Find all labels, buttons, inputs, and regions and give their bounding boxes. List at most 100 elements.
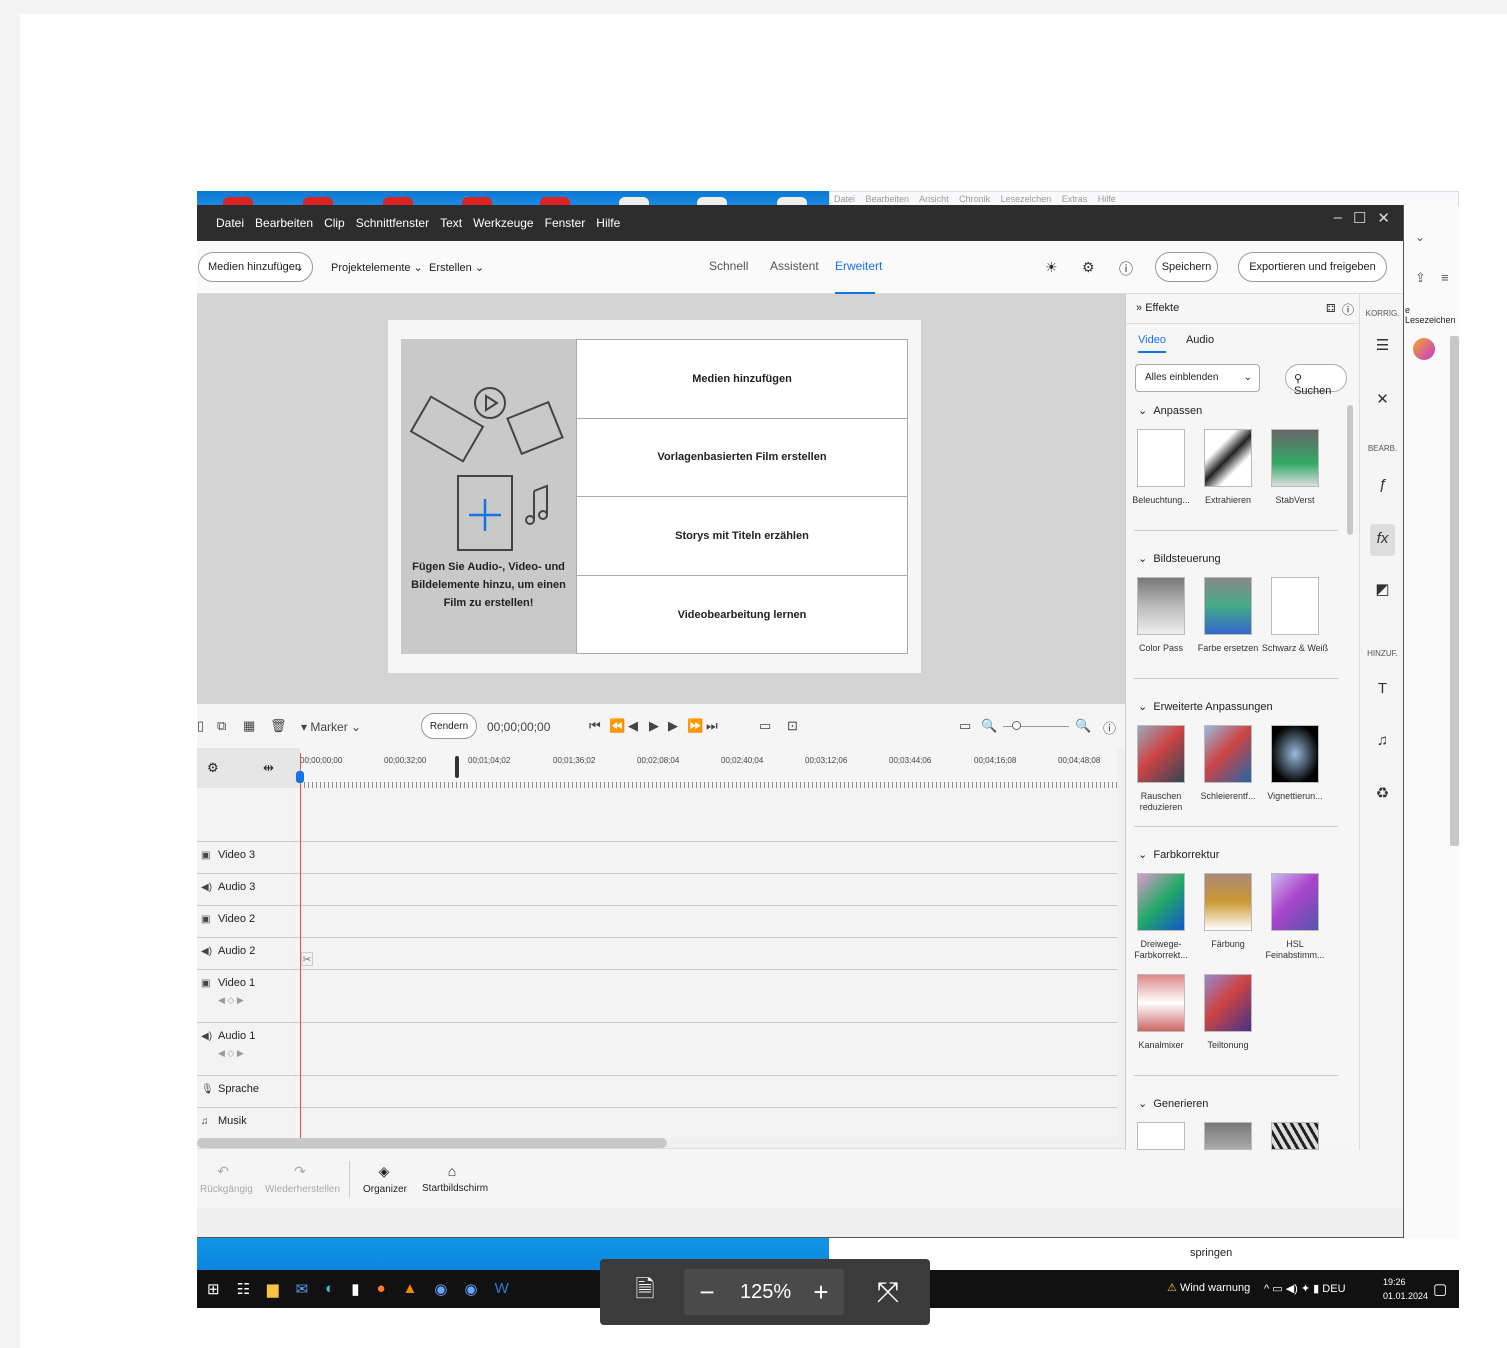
menu-datei[interactable]: Datei xyxy=(216,216,244,230)
effects-filter-select[interactable]: Alles einblenden ⌄ xyxy=(1135,364,1260,392)
project-assets-dropdown[interactable]: Projektelemente ⌄ xyxy=(331,261,423,274)
browser-menu-item[interactable]: Hilfe xyxy=(1098,194,1116,204)
effect-thumb[interactable] xyxy=(1204,873,1252,931)
tab-erweitert[interactable]: Erweitert xyxy=(835,259,882,273)
effect-thumb[interactable] xyxy=(1271,429,1319,487)
option-title-stories[interactable]: Storys mit Titeln erzählen xyxy=(577,497,907,576)
home-button[interactable]: ⌂ Startbildschirm xyxy=(422,1163,488,1194)
option-add-media[interactable]: Medien hinzufügen xyxy=(577,340,907,419)
section-anpassen[interactable]: ⌄ Anpassen xyxy=(1138,404,1202,417)
clock[interactable]: 19:26 01.01.2024 xyxy=(1383,1275,1428,1303)
share-icon[interactable]: ⇪ xyxy=(1415,270,1426,286)
chevron-up-icon[interactable]: ^ xyxy=(1264,1283,1269,1295)
track-audio-3[interactable]: ◀) Audio 3 xyxy=(197,873,1117,905)
microphone-icon[interactable]: ▮ xyxy=(1313,1283,1319,1295)
network-icon[interactable]: ▭ xyxy=(1272,1283,1282,1295)
monitor-icon[interactable]: ▭ xyxy=(759,718,771,734)
go-to-end-icon[interactable]: ⏭ xyxy=(706,718,718,734)
browser-menu-item[interactable]: Lesezeichen xyxy=(1001,194,1052,204)
organizer-button[interactable]: ◈ Organizer xyxy=(363,1163,407,1195)
menu-text[interactable]: Text xyxy=(440,216,462,230)
vlc-icon[interactable]: ▲ xyxy=(403,1280,418,1298)
section-generieren[interactable]: ⌄ Generieren xyxy=(1138,1097,1208,1110)
track-audio-1[interactable]: ◀) Audio 1 ◀ ◇ ▶ xyxy=(197,1022,1117,1075)
track-options-icon[interactable]: ⚙ xyxy=(207,760,219,776)
gear-icon[interactable]: ⚙ xyxy=(1082,259,1095,276)
adjust-fx-icon[interactable]: ƒ xyxy=(1360,476,1403,493)
browser-menu-item[interactable]: Ansicht xyxy=(919,194,949,204)
tools-icon[interactable]: ✕ xyxy=(1360,390,1403,408)
weather-widget[interactable]: ⚠ Wind warnung xyxy=(1167,1281,1250,1294)
effect-thumb[interactable] xyxy=(1271,1122,1319,1150)
organizer-icon[interactable]: ◉ xyxy=(465,1280,478,1298)
effect-thumb[interactable] xyxy=(1137,873,1185,931)
help-icon[interactable]: ⓘ xyxy=(1103,718,1116,737)
menu-hilfe[interactable]: Hilfe xyxy=(596,216,620,230)
track-video-1[interactable]: ▣ Video 1 ◀ ◇ ▶ xyxy=(197,969,1117,1022)
effects-scrollbar[interactable] xyxy=(1347,405,1353,535)
windows-start-icon[interactable]: ⊞ xyxy=(207,1280,220,1298)
fit-icon[interactable]: ⊡ xyxy=(787,718,798,734)
word-icon[interactable]: W xyxy=(495,1280,509,1298)
export-button[interactable]: Exportieren und freigeben xyxy=(1238,252,1387,282)
help-icon[interactable]: ⓘ xyxy=(1342,301,1354,318)
play-icon[interactable]: ▶ xyxy=(649,718,659,734)
effect-thumb[interactable] xyxy=(1271,725,1319,783)
effects-fx-icon[interactable]: fx xyxy=(1370,524,1395,556)
graphics-icon[interactable]: ♻ xyxy=(1360,784,1403,802)
browser-menu-item[interactable]: Chronik xyxy=(959,194,990,204)
keyframe-nav-icon[interactable]: ◀ ◇ ▶ xyxy=(218,1048,244,1059)
create-dropdown[interactable]: Erstellen ⌄ xyxy=(429,261,484,274)
notepad-icon[interactable]: ▮ xyxy=(351,1280,359,1298)
section-farbkorrektur[interactable]: ⌄ Farbkorrektur xyxy=(1138,848,1219,861)
clip-icon[interactable]: ▯ xyxy=(197,718,204,734)
browser-scrollbar[interactable] xyxy=(1450,336,1459,846)
playhead-line[interactable] xyxy=(300,753,301,1138)
fullscreen-icon[interactable]: ⤧ xyxy=(864,1259,912,1325)
edge-icon[interactable]: ◐ xyxy=(325,1280,334,1298)
browser-menu-item[interactable]: Datei xyxy=(834,194,855,204)
go-to-start-icon[interactable]: ⏮ xyxy=(589,718,601,734)
mail-icon[interactable]: ✉ xyxy=(296,1280,309,1298)
browser-menu-item[interactable]: Extras xyxy=(1062,194,1088,204)
collapse-icon[interactable]: » xyxy=(1136,302,1142,314)
tab-assistent[interactable]: Assistent xyxy=(770,259,819,273)
tab-video[interactable]: Video xyxy=(1138,334,1166,353)
effect-thumb[interactable] xyxy=(1137,577,1185,635)
file-explorer-icon[interactable]: ▆ xyxy=(267,1280,279,1298)
audio-waveform-icon[interactable]: ⇹ xyxy=(263,760,274,776)
menu-clip[interactable]: Clip xyxy=(324,216,345,230)
track-sprache[interactable]: 🎙 Sprache xyxy=(197,1075,1117,1107)
effect-thumb[interactable] xyxy=(1137,1122,1185,1150)
keyframe-nav-icon[interactable]: ◀ ◇ ▶ xyxy=(218,995,244,1006)
menu-icon[interactable]: ≡ xyxy=(1441,270,1449,285)
render-button[interactable]: Rendern xyxy=(421,713,477,739)
section-bildsteuerung[interactable]: ⌄ Bildsteuerung xyxy=(1138,552,1221,565)
step-back-icon[interactable]: ⏪ xyxy=(609,718,625,734)
extension-icon[interactable] xyxy=(1413,338,1435,360)
frame-back-icon[interactable]: ◀ xyxy=(628,718,638,734)
maximize-icon[interactable]: ☐ xyxy=(1353,209,1366,227)
marker-dropdown[interactable]: ▾ Marker ⌄ xyxy=(301,720,361,734)
effect-thumb[interactable] xyxy=(1204,725,1252,783)
volume-icon[interactable]: ◀) xyxy=(1286,1283,1298,1295)
section-erweiterte-anpassungen[interactable]: ⌄ Erweiterte Anpassungen xyxy=(1138,700,1273,713)
zoom-slider-handle[interactable] xyxy=(1012,721,1021,730)
transitions-icon[interactable]: ◩ xyxy=(1360,580,1403,598)
menu-fenster[interactable]: Fenster xyxy=(545,216,586,230)
effect-thumb[interactable] xyxy=(1137,429,1185,487)
menu-bearbeiten[interactable]: Bearbeiten xyxy=(255,216,313,230)
chevron-down-icon[interactable]: ⌄ xyxy=(295,261,304,274)
panel-options-icon[interactable]: ⚃ xyxy=(1326,302,1336,315)
timeline-view-icon[interactable]: ▭ xyxy=(959,718,971,734)
bookmarks-label[interactable]: e Lesezeichen xyxy=(1405,305,1460,325)
brightness-icon[interactable]: ☀ xyxy=(1045,259,1058,276)
sliders-icon[interactable]: ☰ xyxy=(1360,336,1403,354)
search-document-icon[interactable]: 🗎 xyxy=(620,1259,670,1325)
effect-thumb[interactable] xyxy=(1137,974,1185,1032)
export-frame-icon[interactable]: ⧉ xyxy=(217,718,226,734)
effects-search-button[interactable]: ⚲ Suchen xyxy=(1285,364,1347,397)
zoom-out-button[interactable]: − xyxy=(692,1259,722,1325)
grid-icon[interactable]: ▦ xyxy=(243,718,255,734)
effect-thumb[interactable] xyxy=(1271,873,1319,931)
